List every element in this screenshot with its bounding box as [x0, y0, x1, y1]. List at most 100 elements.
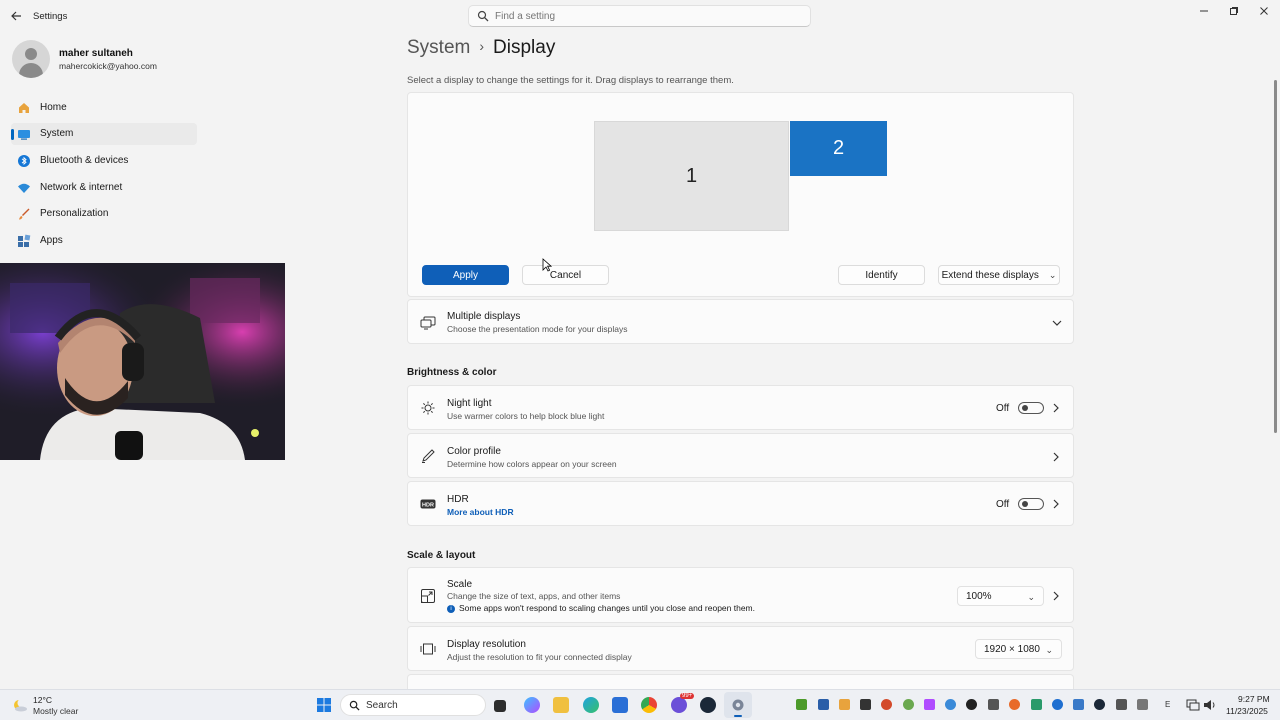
- breadcrumb: System › Display: [407, 37, 555, 59]
- tray-bluetooth-icon[interactable]: [1052, 699, 1063, 710]
- apply-button[interactable]: Apply: [422, 265, 509, 285]
- tray-app-icon[interactable]: [1073, 699, 1084, 710]
- close-button[interactable]: [1250, 4, 1278, 18]
- sidebar-item-label: Home: [40, 102, 67, 113]
- weather-moon-icon[interactable]: [12, 697, 28, 713]
- tray-app-icon[interactable]: [1031, 699, 1042, 710]
- settings-taskbar-button[interactable]: [724, 692, 752, 718]
- store-icon[interactable]: [612, 697, 628, 713]
- title-bar: Settings: [0, 0, 1280, 32]
- resolution-dropdown[interactable]: 1920 × 1080 ⌄: [975, 639, 1062, 659]
- scrollbar-thumb[interactable]: [1274, 80, 1277, 433]
- sidebar-item-apps[interactable]: Apps: [11, 230, 197, 252]
- clock-time[interactable]: 9:27 PM: [1238, 694, 1270, 704]
- edge-icon[interactable]: [583, 697, 599, 713]
- color-profile-card[interactable]: Color profile Determine how colors appea…: [407, 433, 1074, 478]
- display-resolution-title: Display resolution: [447, 639, 526, 650]
- weather-description[interactable]: Mostly clear: [33, 706, 78, 716]
- identify-label: Identify: [865, 269, 898, 281]
- night-light-description: Use warmer colors to help block blue lig…: [447, 411, 605, 421]
- settings-search-input[interactable]: [495, 8, 795, 24]
- page-title: Display: [493, 37, 556, 58]
- sidebar-item-network[interactable]: Network & internet: [11, 177, 197, 199]
- identify-button[interactable]: Identify: [838, 265, 925, 285]
- sidebar-item-label: System: [40, 128, 74, 139]
- tray-steam-icon[interactable]: [1094, 699, 1105, 710]
- tray-nvidia-icon[interactable]: [796, 699, 807, 710]
- scale-icon: [421, 589, 435, 603]
- minimize-icon: [1200, 10, 1208, 12]
- tray-app-icon[interactable]: [839, 699, 850, 710]
- app-title: Settings: [33, 11, 68, 22]
- steam-icon[interactable]: [700, 697, 716, 713]
- tray-app-icon[interactable]: [1009, 699, 1020, 710]
- system-icon: [18, 130, 30, 140]
- tray-app-icon[interactable]: [1137, 699, 1148, 710]
- task-view-icon[interactable]: [494, 700, 506, 712]
- more-about-hdr-link[interactable]: More about HDR: [447, 507, 514, 517]
- multiple-displays-card[interactable]: Multiple displays Choose the presentatio…: [407, 299, 1074, 344]
- sun-icon: [421, 401, 435, 415]
- file-explorer-icon[interactable]: [553, 697, 569, 713]
- chevron-down-icon: ⌄: [1027, 592, 1035, 602]
- breadcrumb-system-link[interactable]: System: [407, 37, 470, 58]
- start-windows-icon[interactable]: [316, 697, 332, 713]
- chevron-right-icon: [1053, 591, 1059, 601]
- hdr-title: HDR: [447, 494, 469, 505]
- network-icon[interactable]: [1186, 699, 1200, 711]
- settings-search-box[interactable]: [468, 5, 811, 27]
- resolution-icon: [420, 643, 436, 655]
- clock-date[interactable]: 11/23/2025: [1226, 706, 1268, 716]
- hdr-toggle[interactable]: [1018, 498, 1044, 510]
- sidebar-item-bluetooth[interactable]: Bluetooth & devices: [11, 150, 197, 172]
- resolution-value: 1920 × 1080: [984, 643, 1040, 655]
- monitor-2-tile[interactable]: 2: [790, 121, 887, 176]
- discord-icon[interactable]: [671, 697, 687, 713]
- sidebar-item-system[interactable]: System: [11, 123, 197, 145]
- scale-description: Change the size of text, apps, and other…: [447, 591, 621, 601]
- tray-app-icon[interactable]: [860, 699, 871, 710]
- night-light-card[interactable]: Night light Use warmer colors to help bl…: [407, 385, 1074, 430]
- sidebar-item-personalization[interactable]: Personalization: [11, 203, 197, 225]
- tray-app-icon[interactable]: [903, 699, 914, 710]
- notification-badge: 99+: [680, 693, 695, 699]
- tray-app-icon[interactable]: [881, 699, 892, 710]
- tray-app-icon[interactable]: [966, 699, 977, 710]
- cancel-button[interactable]: Cancel: [522, 265, 609, 285]
- minimize-button[interactable]: [1190, 4, 1218, 18]
- volume-icon[interactable]: [1203, 699, 1217, 711]
- restore-icon: [1230, 7, 1238, 15]
- user-email: mahercokick@yahoo.com: [59, 61, 157, 71]
- back-button[interactable]: [6, 6, 26, 26]
- weather-temperature[interactable]: 12°C: [33, 695, 52, 705]
- display-mode-value: Extend these displays: [941, 269, 1039, 281]
- sidebar-item-label: Personalization: [40, 208, 109, 219]
- next-setting-card[interactable]: [407, 674, 1074, 689]
- tray-app-icon[interactable]: [945, 699, 956, 710]
- display-resolution-card[interactable]: Display resolution Adjust the resolution…: [407, 626, 1074, 671]
- avatar[interactable]: [12, 40, 50, 78]
- chevron-right-icon: [1053, 499, 1059, 509]
- chrome-icon[interactable]: [641, 697, 657, 713]
- night-light-toggle[interactable]: [1018, 402, 1044, 414]
- scale-card[interactable]: Scale Change the size of text, apps, and…: [407, 567, 1074, 623]
- color-profile-description: Determine how colors appear on your scre…: [447, 459, 617, 469]
- input-language-indicator[interactable]: E: [1165, 700, 1170, 709]
- restore-button[interactable]: [1220, 4, 1248, 18]
- tray-app-icon[interactable]: [924, 699, 935, 710]
- tray-app-icon[interactable]: [988, 699, 999, 710]
- monitor-2-number: 2: [832, 137, 845, 159]
- tray-app-icon[interactable]: [1116, 699, 1127, 710]
- scale-dropdown[interactable]: 100% ⌄: [957, 586, 1044, 606]
- info-icon: i: [447, 604, 455, 613]
- tray-app-icon[interactable]: [818, 699, 829, 710]
- taskbar-search[interactable]: Search: [340, 694, 486, 716]
- chevron-right-icon: [1053, 452, 1059, 462]
- copilot-icon[interactable]: [524, 697, 540, 713]
- user-name: maher sultaneh: [59, 48, 133, 59]
- monitor-1-tile[interactable]: 1: [594, 121, 789, 231]
- hdr-card[interactable]: HDR HDR More about HDR Off: [407, 481, 1074, 526]
- display-mode-dropdown[interactable]: Extend these displays ⌄: [938, 265, 1060, 285]
- sidebar-item-home[interactable]: Home: [11, 97, 197, 119]
- scale-info-text: Some apps won't respond to scaling chang…: [459, 603, 756, 613]
